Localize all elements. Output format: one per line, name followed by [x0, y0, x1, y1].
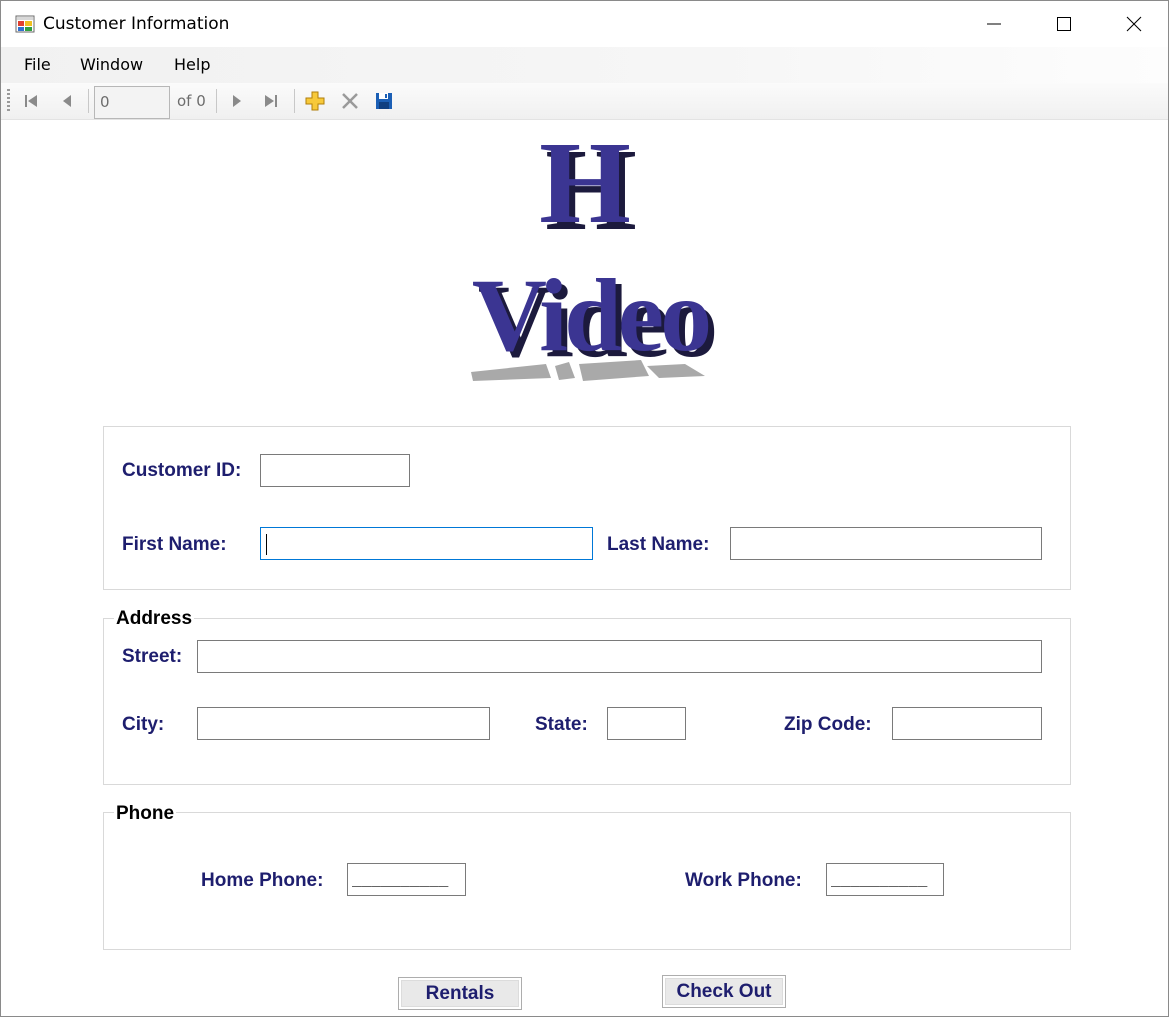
customer-group	[103, 426, 1071, 590]
logo-letter-h: H H	[539, 126, 637, 255]
state-field[interactable]	[607, 707, 686, 740]
menu-file[interactable]: File	[24, 55, 51, 74]
delete-icon[interactable]	[340, 91, 360, 111]
last-name-label: Last Name:	[607, 534, 710, 555]
move-first-icon[interactable]	[21, 91, 41, 111]
text-caret	[266, 534, 267, 555]
home-phone-field[interactable]: __________	[347, 863, 466, 896]
toolbar-separator	[294, 89, 295, 113]
customer-id-field[interactable]	[260, 454, 410, 487]
street-label: Street:	[122, 646, 183, 667]
minimize-button[interactable]	[959, 1, 1029, 47]
city-label: City:	[122, 714, 165, 735]
minimize-icon	[987, 23, 1001, 25]
first-name-label: First Name:	[122, 534, 227, 555]
logo-word-video: Video Video	[472, 258, 719, 379]
app-icon	[15, 15, 35, 33]
work-phone-field[interactable]: __________	[826, 863, 944, 896]
h-video-logo: H H Video Video	[471, 126, 719, 381]
svg-text:Video: Video	[472, 258, 709, 373]
work-phone-label: Work Phone:	[685, 870, 802, 891]
last-name-field[interactable]	[730, 527, 1042, 560]
count-item-label: of 0	[177, 92, 206, 110]
maximize-button[interactable]	[1029, 1, 1099, 47]
menu-bar: File Window Help	[1, 47, 1168, 83]
window-title: Customer Information	[43, 14, 230, 34]
address-group-title: Address	[114, 608, 195, 630]
move-previous-icon[interactable]	[57, 91, 77, 111]
toolbar-separator	[88, 89, 89, 113]
check-out-button[interactable]: Check Out	[662, 975, 786, 1008]
first-name-field[interactable]	[260, 527, 593, 560]
customer-information-window: Customer Information File Window Help 0 …	[0, 0, 1169, 1017]
toolbar-separator	[216, 89, 217, 113]
move-last-icon[interactable]	[261, 91, 281, 111]
home-phone-label: Home Phone:	[201, 870, 324, 891]
add-new-icon[interactable]	[305, 91, 325, 111]
zip-code-label: Zip Code:	[784, 714, 872, 735]
close-button[interactable]	[1099, 1, 1169, 47]
svg-text:H: H	[539, 126, 631, 248]
menu-window[interactable]: Window	[80, 55, 143, 74]
zip-code-field[interactable]	[892, 707, 1042, 740]
city-field[interactable]	[197, 707, 490, 740]
customer-id-label: Customer ID:	[122, 460, 242, 481]
binding-navigator-toolbar: 0 of 0	[1, 83, 1168, 120]
phone-group-title: Phone	[114, 803, 177, 825]
rentals-button[interactable]: Rentals	[398, 977, 522, 1010]
toolbar-grip[interactable]	[7, 89, 10, 113]
state-label: State:	[535, 714, 588, 735]
move-next-icon[interactable]	[227, 91, 247, 111]
close-icon	[1126, 16, 1142, 32]
position-item-input[interactable]: 0	[94, 86, 170, 119]
save-icon[interactable]	[374, 91, 394, 111]
maximize-icon	[1057, 17, 1071, 31]
title-bar[interactable]: Customer Information	[1, 1, 1168, 47]
street-field[interactable]	[197, 640, 1042, 673]
menu-help[interactable]: Help	[174, 55, 210, 74]
